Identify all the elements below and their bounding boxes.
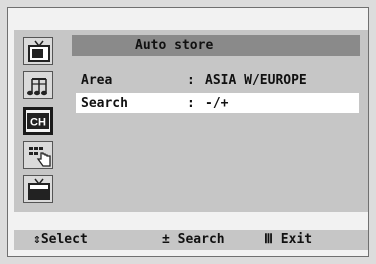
channel-icon[interactable]: CH [23,107,53,135]
search-separator: : [187,96,195,111]
menu-icon-column: CH [21,37,57,207]
menu-title: Auto store [135,38,214,53]
help-select-label: Select [40,232,88,247]
area-separator: : [187,73,195,88]
area-label: Area [81,73,113,88]
help-exit-label: Exit [280,232,313,247]
setup-icon[interactable] [23,141,53,169]
search-label: Search [81,96,128,111]
help-exit: Ⅲ Exit [264,232,312,247]
plus-minus-icon: ± [162,232,170,247]
input-icon[interactable] [23,175,53,203]
updown-arrow-icon: ⇕ [33,232,41,247]
menu-exit-icon: Ⅲ [264,232,273,247]
help-search: ± Search [162,232,225,247]
area-value[interactable]: ASIA W/EUROPE [205,73,307,88]
channel-icon-label: CH [30,117,46,129]
help-search-label: Search [177,232,225,247]
sound-icon[interactable] [23,71,53,99]
search-value[interactable]: -/+ [205,96,228,111]
menu-title-bar [72,35,360,56]
help-select: ⇕Select [33,232,88,247]
picture-icon[interactable] [23,37,53,65]
menu-panel [14,30,368,212]
